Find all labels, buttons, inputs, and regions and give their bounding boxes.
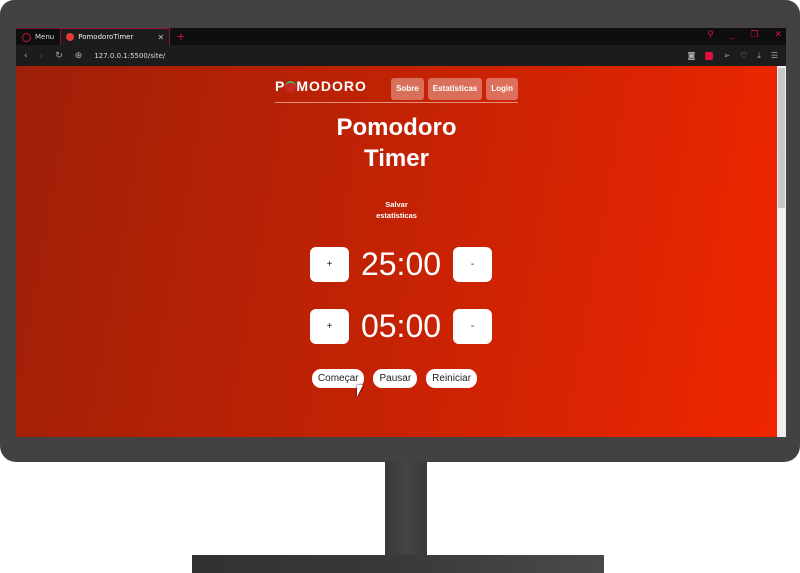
reload-icon[interactable]: ↻	[55, 51, 63, 61]
nav-login[interactable]: Login	[486, 78, 518, 100]
tab-pomodoro[interactable]: PomodoroTimer ✕	[60, 28, 171, 45]
minimize-button[interactable]: _	[730, 28, 735, 43]
tomato-favicon-icon	[66, 33, 75, 41]
monitor-stand-base	[192, 555, 604, 573]
focus-time: 25:00	[360, 246, 442, 282]
pause-button[interactable]: Pausar	[373, 369, 418, 388]
restore-button[interactable]: ❐	[750, 28, 758, 43]
break-decrease-button[interactable]: -	[452, 309, 492, 344]
globe-icon: ⊕	[74, 50, 83, 61]
scrollbar[interactable]	[777, 66, 786, 437]
download-icon[interactable]: ⤓	[757, 51, 761, 61]
focus-decrease-button[interactable]: -	[452, 247, 492, 282]
tab-title: PomodoroTimer	[78, 33, 134, 41]
site-logo[interactable]: P MODORO	[275, 78, 367, 94]
settings-icon[interactable]: ☰	[771, 51, 778, 60]
heart-icon[interactable]: ♡	[740, 51, 747, 60]
site-header: P MODORO Sobre Estatísticas Login	[275, 76, 518, 103]
url-field[interactable]: 127.0.0.1:5500/site/	[94, 52, 165, 60]
opera-logo-icon	[22, 32, 31, 42]
save-stats-link[interactable]: Salvar estatísticas	[16, 199, 777, 221]
tomato-icon	[285, 81, 297, 92]
menu-label: Menu	[35, 33, 55, 41]
save-line-2: estatísticas	[376, 211, 417, 220]
opera-menu-button[interactable]: Menu	[16, 28, 61, 45]
close-window-button[interactable]: ✕	[774, 28, 782, 43]
page-title: Pomodoro Timer	[16, 112, 777, 174]
new-tab-button[interactable]: +	[170, 28, 191, 45]
forward-icon[interactable]: ›	[40, 51, 44, 61]
title-line-2: Timer	[364, 145, 429, 172]
page-content: P MODORO Sobre Estatísticas Login Pomodor…	[16, 66, 777, 437]
save-line-1: Salvar	[385, 200, 408, 209]
nav-sobre[interactable]: Sobre	[391, 78, 424, 100]
focus-timer-row: + 25:00 -	[310, 246, 492, 283]
search-icon[interactable]: ⚲	[707, 28, 714, 43]
break-timer-row: + 05:00 -	[310, 308, 492, 345]
address-bar: ‹ › ↻ ⊕ 127.0.0.1:5500/site/ ◙ ➢ ♡ ⤓ ☰	[16, 45, 786, 66]
break-time: 05:00	[360, 308, 442, 344]
vpn-shield-icon[interactable]	[705, 51, 714, 60]
scrollbar-thumb[interactable]	[778, 68, 785, 208]
monitor-stand-neck	[385, 461, 427, 556]
send-icon[interactable]: ➢	[723, 51, 730, 60]
close-tab-icon[interactable]: ✕	[158, 33, 165, 42]
tab-bar: Menu PomodoroTimer ✕ + ⚲ _ ❐ ✕	[16, 28, 786, 45]
reset-button[interactable]: Reiniciar	[426, 369, 478, 388]
back-icon[interactable]: ‹	[24, 51, 28, 61]
nav-estatisticas[interactable]: Estatísticas	[427, 78, 483, 100]
browser-window: Menu PomodoroTimer ✕ + ⚲ _ ❐ ✕ ‹ › ↻ ⊕ 127.0…	[16, 28, 786, 437]
title-line-1: Pomodoro	[336, 114, 457, 141]
focus-increase-button[interactable]: +	[310, 247, 349, 282]
camera-icon[interactable]: ◙	[688, 51, 696, 60]
mouse-cursor-icon	[357, 385, 363, 397]
break-increase-button[interactable]: +	[310, 309, 349, 344]
